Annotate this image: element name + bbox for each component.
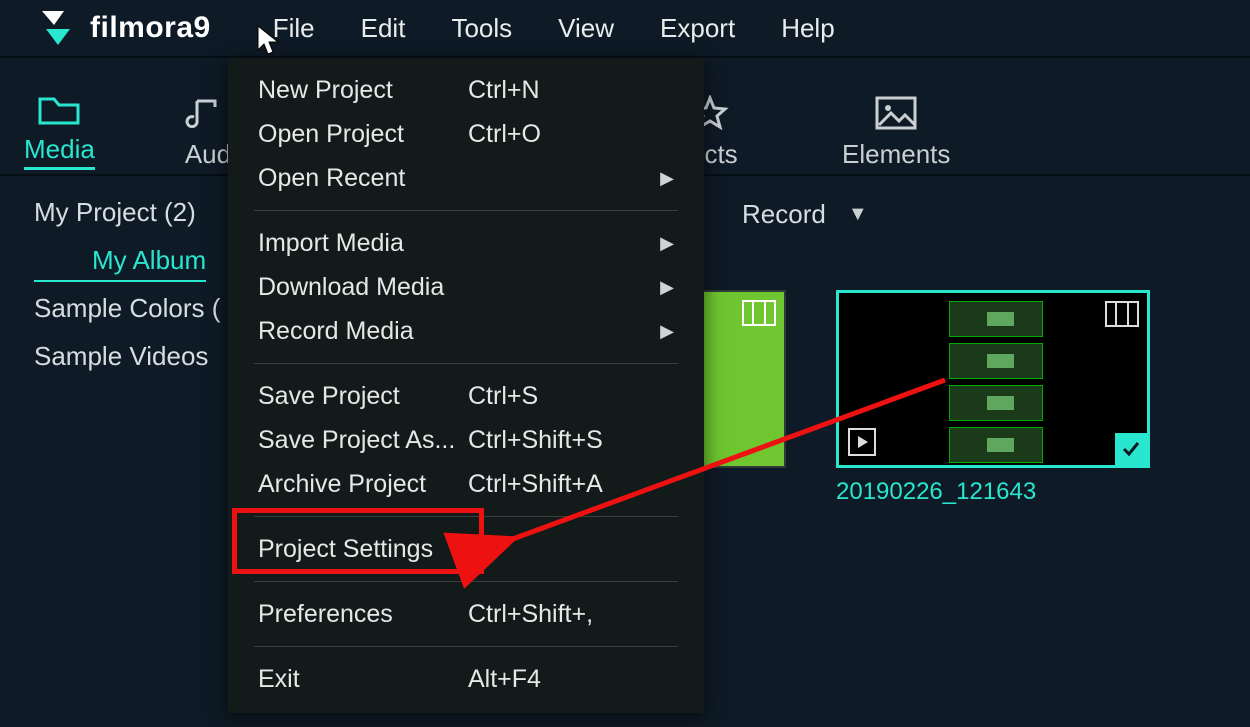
tab-audio[interactable]: Aud <box>185 95 231 174</box>
selected-check-icon <box>1115 433 1147 465</box>
submenu-arrow-icon: ▶ <box>660 321 674 342</box>
record-dropdown[interactable]: Record ▼ <box>704 188 1250 240</box>
tree-my-album[interactable]: My Album <box>34 240 206 282</box>
menu-separator <box>254 581 678 582</box>
file-save-project-as[interactable]: Save Project As... Ctrl+Shift+S <box>228 418 704 462</box>
file-archive-project[interactable]: Archive Project Ctrl+Shift+A <box>228 462 704 506</box>
app-logo: filmora9 <box>40 11 211 45</box>
menu-view[interactable]: View <box>558 13 614 44</box>
menu-separator <box>254 516 678 517</box>
media-thumb-1[interactable] <box>702 290 786 506</box>
submenu-arrow-icon: ▶ <box>660 168 674 189</box>
menu-edit[interactable]: Edit <box>361 13 406 44</box>
file-record-media[interactable]: Record Media ▶ <box>228 309 704 353</box>
file-new-project[interactable]: New Project Ctrl+N <box>228 68 704 112</box>
music-note-icon <box>185 95 225 131</box>
menu-separator <box>254 210 678 211</box>
media-content: Record ▼ <box>704 188 1250 506</box>
logo-icon <box>40 11 82 45</box>
file-open-recent[interactable]: Open Recent ▶ <box>228 156 704 200</box>
file-save-project[interactable]: Save Project Ctrl+S <box>228 374 704 418</box>
menu-help[interactable]: Help <box>781 13 834 44</box>
menu-separator <box>254 363 678 364</box>
thumb-caption: 20190226_121643 <box>836 478 1150 506</box>
file-exit[interactable]: Exit Alt+F4 <box>228 657 704 701</box>
tree-sample-videos[interactable]: Sample Videos <box>34 332 220 380</box>
tab-audio-label: Aud <box>185 139 231 170</box>
tree-sample-colors[interactable]: Sample Colors ( <box>34 284 220 332</box>
tab-elements-label: Elements <box>842 139 950 170</box>
app-name: filmora9 <box>90 11 211 45</box>
media-thumb-2[interactable]: 20190226_121643 <box>836 290 1150 506</box>
tab-elements[interactable]: Elements <box>842 95 950 174</box>
file-preferences[interactable]: Preferences Ctrl+Shift+, <box>228 592 704 636</box>
menu-tools[interactable]: Tools <box>451 13 512 44</box>
record-label: Record <box>742 199 826 230</box>
file-project-settings[interactable]: Project Settings <box>228 527 704 571</box>
submenu-arrow-icon: ▶ <box>660 277 674 298</box>
file-open-project[interactable]: Open Project Ctrl+O <box>228 112 704 156</box>
file-download-media[interactable]: Download Media ▶ <box>228 265 704 309</box>
folder-icon <box>37 90 81 126</box>
video-icon <box>1105 301 1139 327</box>
menu-export[interactable]: Export <box>660 13 735 44</box>
file-menu-dropdown: New Project Ctrl+N Open Project Ctrl+O O… <box>228 58 704 713</box>
chevron-down-icon: ▼ <box>848 203 868 226</box>
video-icon <box>742 300 776 326</box>
menu-separator <box>254 646 678 647</box>
menubar: filmora9 File Edit Tools View Export Hel… <box>0 0 1250 58</box>
tab-media[interactable]: Media <box>24 90 95 174</box>
media-thumbnails: 20190226_121643 <box>704 290 1250 506</box>
menubar-items: File Edit Tools View Export Help <box>273 13 835 44</box>
file-import-media[interactable]: Import Media ▶ <box>228 221 704 265</box>
menu-file[interactable]: File <box>273 13 315 44</box>
play-icon <box>847 427 877 457</box>
image-icon <box>874 95 918 131</box>
submenu-arrow-icon: ▶ <box>660 233 674 254</box>
tree-my-project[interactable]: My Project (2) <box>34 188 220 236</box>
tab-media-label: Media <box>24 134 95 170</box>
media-tree: My Project (2) My Album Sample Colors ( … <box>34 188 220 380</box>
